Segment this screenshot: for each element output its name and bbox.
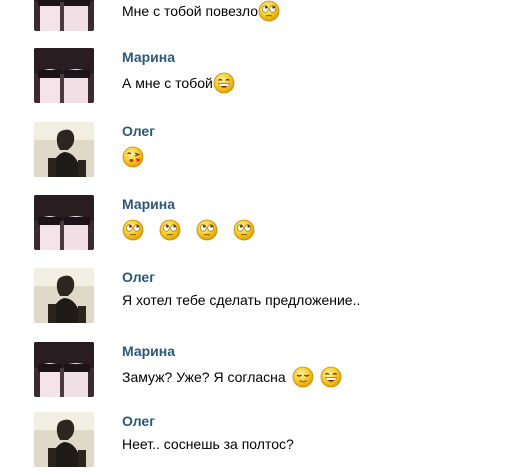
message-text-content: А мне с тобой: [122, 75, 213, 91]
author-name[interactable]: Олег: [122, 269, 155, 285]
relieved-emoji: [292, 366, 314, 388]
message-text-content: Я хотел тебе сделать предложение..: [122, 292, 361, 308]
author-name[interactable]: Марина: [122, 49, 175, 65]
rolling-eyes-emoji: [122, 219, 144, 241]
author-name[interactable]: Олег: [122, 413, 155, 429]
girl-avatar[interactable]: [34, 48, 94, 103]
author-name[interactable]: Марина: [122, 343, 175, 359]
kiss-emoji: [122, 146, 144, 168]
message-item: Марина: [0, 195, 522, 257]
message-text-content: Неет.. соснешь за полтос?: [122, 436, 294, 452]
message-text: Я хотел тебе сделать предложение..: [122, 292, 360, 308]
message-item: Мне с тобой повезло: [0, 0, 522, 38]
message-text: А мне с тобой: [122, 72, 235, 94]
man-avatar[interactable]: [34, 122, 94, 177]
girl-avatar[interactable]: [34, 342, 94, 397]
message-text: Мне с тобой повезло: [122, 0, 280, 22]
message-text: [122, 219, 270, 241]
rolling-eyes-emoji: [159, 219, 181, 241]
message-text: Неет.. соснешь за полтос?: [122, 436, 294, 452]
message-text-content: Замуж? Уже? Я согласна: [122, 369, 286, 385]
message-text: Замуж? Уже? Я согласна: [122, 366, 342, 388]
rolling-eyes-emoji: [258, 0, 280, 22]
message-item: Олег Я хотел тебе сделать предложение..: [0, 268, 522, 330]
message-item: Марина А мне с тобой: [0, 48, 522, 110]
message-item: Олег: [0, 122, 522, 184]
grin-emoji: [213, 72, 235, 94]
grin-emoji: [320, 366, 342, 388]
rolling-eyes-emoji: [233, 219, 255, 241]
girl-avatar[interactable]: [34, 195, 94, 250]
message-item: Марина Замуж? Уже? Я согласна: [0, 342, 522, 404]
man-avatar[interactable]: [34, 412, 94, 467]
author-name[interactable]: Марина: [122, 196, 175, 212]
man-avatar[interactable]: [34, 268, 94, 323]
message-feed: Мне с тобой повезло Марина А мне с тобой…: [0, 0, 522, 472]
girl-avatar[interactable]: [34, 0, 94, 31]
message-text: [122, 146, 144, 168]
message-text-content: Мне с тобой повезло: [122, 3, 259, 19]
message-item: Олег Неет.. соснешь за полтос?: [0, 412, 522, 474]
author-name[interactable]: Олег: [122, 123, 155, 139]
rolling-eyes-emoji: [196, 219, 218, 241]
